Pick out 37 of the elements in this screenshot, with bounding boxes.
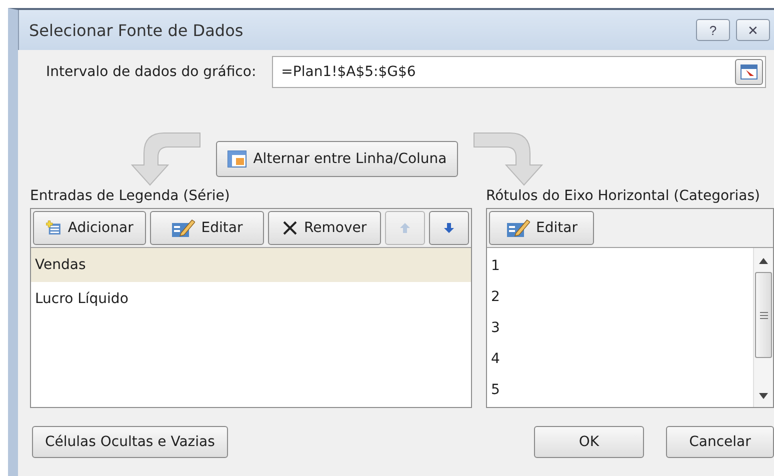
edit-button[interactable]: Editar <box>150 211 264 245</box>
grip-icon <box>760 312 768 318</box>
add-button[interactable]: Adicionar <box>33 211 146 245</box>
series-item[interactable]: Vendas <box>31 248 471 282</box>
switch-table-icon <box>227 150 248 168</box>
switch-row-column-button[interactable]: Alternar entre Linha/Coluna <box>216 141 458 177</box>
edit-icon <box>171 218 196 238</box>
scroll-up-icon <box>759 258 768 264</box>
help-button[interactable]: ? <box>696 19 730 41</box>
down-button[interactable] <box>428 211 469 245</box>
category-item[interactable]: 5 <box>487 374 753 405</box>
category-item[interactable]: 4 <box>487 343 753 374</box>
scroll-thumb[interactable] <box>755 272 772 358</box>
close-button[interactable]: ✕ <box>736 19 770 41</box>
range-picker-icon <box>740 64 758 80</box>
ok-button[interactable]: OK <box>534 426 644 458</box>
range-label: Intervalo de dados do gráfico: <box>46 64 256 80</box>
down-arrow-icon <box>442 222 455 234</box>
hidden-cells-button[interactable]: Células Ocultas e Vazias <box>32 426 228 458</box>
up-arrow-icon <box>398 222 411 234</box>
legend-section-title: Entradas de Legenda (Série) <box>30 188 231 204</box>
category-item[interactable]: 2 <box>487 281 753 312</box>
scrollbar[interactable] <box>753 248 773 407</box>
window-title: Selecionar Fonte de Dados <box>29 20 244 40</box>
collapse-range-button[interactable] <box>735 59 763 85</box>
categories-section-title: Rótulos do Eixo Horizontal (Categorias) <box>486 188 762 204</box>
edit-icon <box>506 218 530 238</box>
cancel-button[interactable]: Cancelar <box>666 426 774 458</box>
range-field[interactable]: =Plan1!$A$5:$G$6 <box>272 56 766 88</box>
close-icon <box>282 220 298 236</box>
range-value: =Plan1!$A$5:$G$6 <box>281 64 416 80</box>
series-item[interactable]: Lucro Líquido <box>31 282 471 316</box>
remove-button[interactable]: Remover <box>268 211 381 245</box>
category-item[interactable]: 3 <box>487 312 753 343</box>
category-item[interactable]: 1 <box>487 250 753 281</box>
edit-button[interactable]: Editar <box>489 211 594 245</box>
scroll-down-icon <box>759 393 768 399</box>
